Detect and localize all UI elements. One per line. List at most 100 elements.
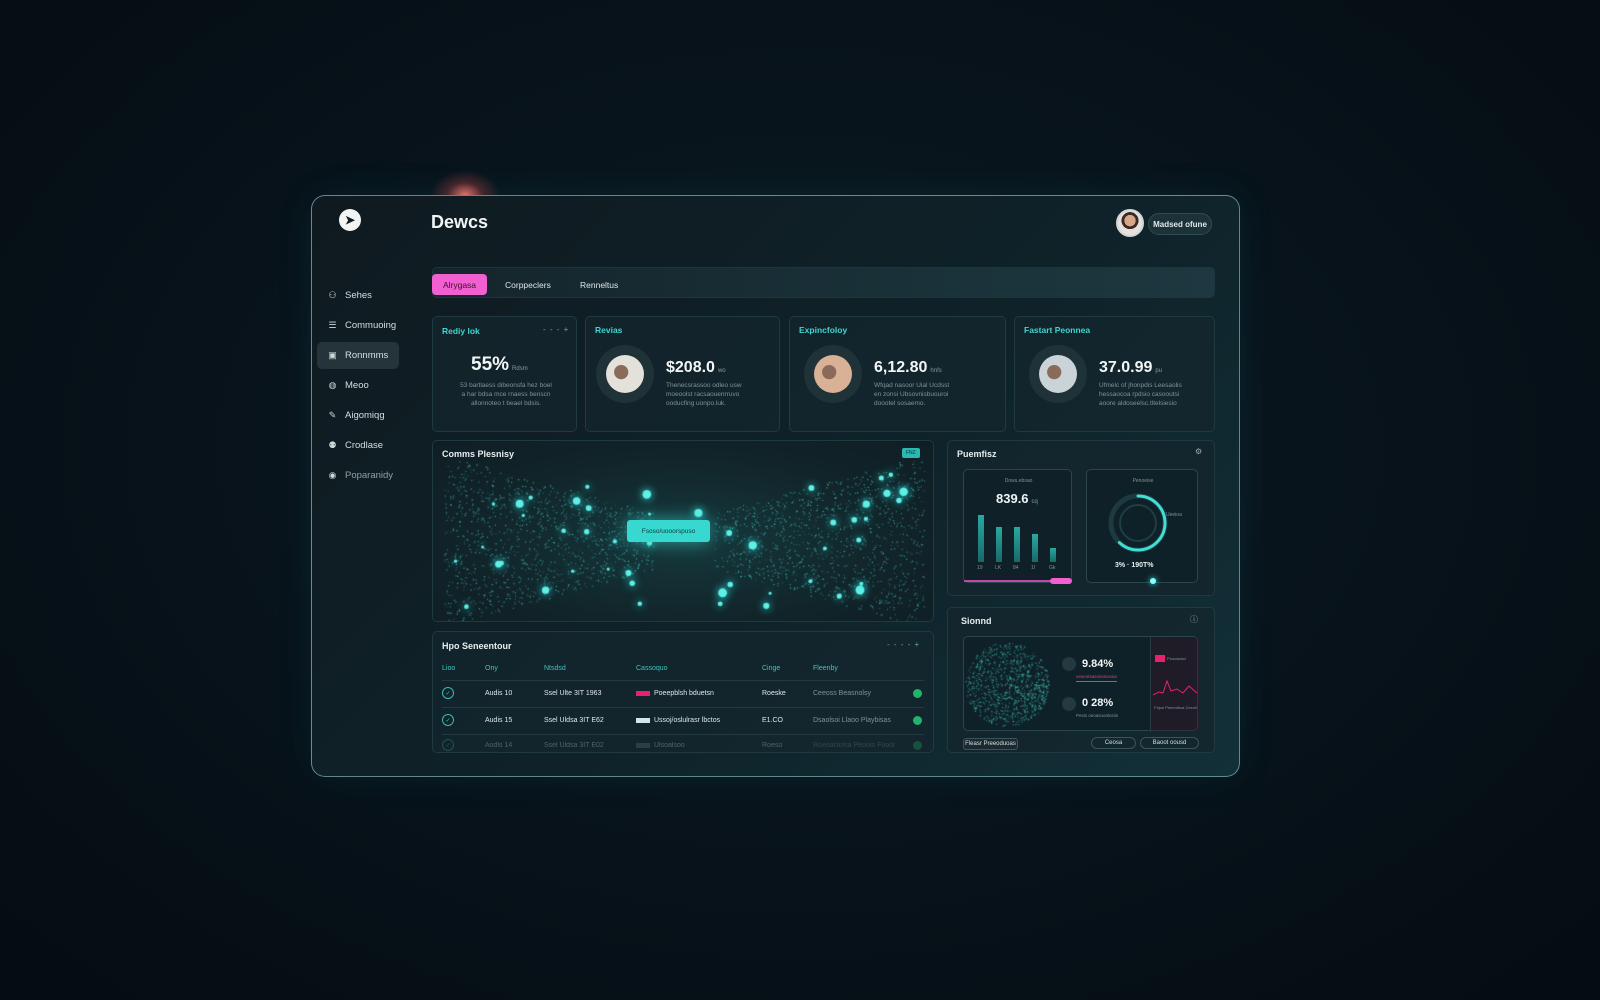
sidebar-item-label: Sehes	[345, 290, 372, 301]
divider	[442, 680, 924, 681]
color-swatch	[636, 718, 650, 723]
bar-label: Gk	[1049, 565, 1056, 571]
app-logo-icon[interactable]: ➤	[339, 209, 361, 231]
ring-gauge	[1108, 493, 1168, 553]
filter-button[interactable]: Fleasr Preeoduoas	[963, 738, 1018, 750]
sparkline-swatch	[1155, 655, 1165, 662]
card-label: Penoeise	[1132, 478, 1154, 484]
slider-handle[interactable]	[1050, 578, 1072, 584]
column-header[interactable]: Cinge	[762, 665, 780, 672]
sparkline-title: Plosoadsd	[1167, 656, 1186, 661]
stat-description: 53 bartlaess dibeonsfa hez boel a har bds…	[460, 382, 552, 407]
ring-legend: Ueeioa	[1166, 512, 1182, 518]
bar[interactable]	[996, 527, 1002, 562]
sidebar-item-commuoing[interactable]: ☰ Commuoing	[317, 312, 399, 339]
page-title: Dewcs	[431, 212, 489, 232]
sidebar-item-label: Aigomiqg	[345, 410, 385, 421]
column-header[interactable]: Fleenby	[813, 665, 838, 672]
sidebar-item-label: Meoo	[345, 380, 369, 391]
network-badge: FNZ	[902, 448, 920, 458]
user-avatar[interactable]	[1116, 209, 1144, 237]
metric-value: 0 28%	[1082, 697, 1114, 709]
cell-fleenby: Roeoaclolsa Peoolo Foool	[813, 742, 895, 749]
stat-title: Fastart Peonnea	[1024, 325, 1091, 335]
panel-title: Hpo Seneentour	[442, 641, 512, 651]
cell-ntsdsd: Ssel Uldsa 3IT E62	[544, 717, 604, 724]
group-icon: ⚉	[328, 440, 337, 450]
stat-card-3: Fastart Peonnea 37.0.99 pu Ufmelc of jhon…	[1014, 316, 1215, 432]
globe-icon: ◉	[328, 470, 337, 480]
stat-value: $208.0 wo	[666, 359, 726, 376]
cell-day: Audis 15	[485, 717, 513, 724]
sidebar-item-meoo[interactable]: ◍ Meoo	[317, 372, 399, 399]
stat-value: 37.0.99 pu	[1099, 359, 1163, 376]
report-button[interactable]: Baoot oousd	[1140, 737, 1199, 749]
document-icon: ▣	[328, 350, 337, 360]
ring-readout: 3% · 190T%	[1115, 562, 1154, 569]
cell-cinge: Roeske	[762, 690, 786, 697]
cell-day: Audis 10	[485, 690, 513, 697]
bar-label: 84	[1013, 565, 1019, 571]
metric-icon	[1062, 657, 1076, 671]
sidebar-item-poparanidy[interactable]: ◉ Poparanidy	[317, 462, 399, 489]
ring-card: Penoeise Ueeioa 3% · 190T%	[1086, 469, 1198, 584]
user-menu-button[interactable]: Madsed ofune	[1148, 213, 1212, 235]
sparkline-caption: Fdpol Peeentbsa Ceeoli	[1154, 705, 1197, 710]
slider-track	[964, 580, 1052, 582]
bar-chart-card: Dowu.ebsao 839.6 cq 19 LK 84 1I Gk	[963, 469, 1072, 584]
color-swatch	[636, 691, 650, 696]
metric-value: 9.84%	[1082, 658, 1114, 670]
metric-icon	[1062, 697, 1076, 711]
table-menu-icon[interactable]: - - - - +	[887, 640, 920, 649]
bar[interactable]	[1032, 534, 1038, 562]
stat-description: Thenecsrassoo odleo usw moeoolst racsaoue…	[666, 382, 742, 407]
settings-icon[interactable]: ⚙	[1195, 447, 1202, 456]
stat-description: Wfqad nasoor Uial Ucdsst en zonsi Ubsovni…	[874, 382, 950, 407]
list-icon: ☰	[328, 320, 337, 330]
bar[interactable]	[1050, 548, 1056, 562]
stat-card-2: Expincfoloy 6,12.80 hnfs Wfqad nasoor Uia…	[789, 316, 1006, 432]
sidebar-item-label: Crodlase	[345, 440, 384, 451]
row-status-icon[interactable]: ✓	[442, 687, 454, 699]
color-swatch	[636, 743, 650, 748]
column-header[interactable]: Ntsdsd	[544, 665, 566, 672]
bar[interactable]	[1014, 527, 1020, 562]
row-status-icon[interactable]: ✓	[442, 714, 454, 726]
cell-ntsdsd: Ssel Ulte 3IT 1963	[544, 690, 602, 697]
close-button[interactable]: Ceosa	[1091, 737, 1136, 749]
metric-label: Pesis oeoasoonlosiis	[1076, 713, 1119, 718]
tab-corppeclers[interactable]: Corppeclers	[496, 274, 560, 295]
cell-fleenby: Dsaolsoi Llaoo Playbisas	[813, 717, 891, 724]
column-header[interactable]: Ony	[485, 665, 498, 672]
tab-alrygasa[interactable]: Alrygasa	[432, 274, 487, 295]
network-center-button[interactable]: Fsoso/uooorspuso	[627, 520, 710, 542]
sidebar-item-sehes[interactable]: ⚇ Sehes	[317, 282, 399, 309]
stat-title: Revias	[595, 325, 623, 335]
sidebar-item-crodlase[interactable]: ⚉ Crodlase	[317, 432, 399, 459]
status-ok-icon	[913, 741, 922, 750]
stat-card-1: Revias $208.0 wo Thenecsrassoo odleo usw m…	[585, 316, 780, 432]
cell-fleenby: Ceeoss Beasnolsy	[813, 690, 871, 697]
bar-label: 1I	[1031, 565, 1036, 571]
sidebar-item-label: Poparanidy	[345, 470, 394, 481]
tab-renneltus[interactable]: Renneltus	[571, 274, 627, 295]
sidebar-item-label: Commuoing	[345, 320, 397, 331]
row-status-icon[interactable]: ✓	[442, 739, 454, 751]
bar-label: 19	[977, 565, 983, 571]
bar-card-value: 839.6 cq	[996, 491, 1038, 506]
sidebar-item-aigomiqg[interactable]: ✎ Aigomiqg	[317, 402, 399, 429]
more-menu-icon[interactable]: - - - +	[543, 325, 569, 334]
sidebar-item-ronnmms[interactable]: ▣ Ronnmms	[317, 342, 399, 369]
divider	[442, 734, 924, 735]
bar-label: LK	[995, 565, 1002, 571]
bar[interactable]	[978, 515, 984, 562]
stat-value: 55% Rdsm	[471, 354, 528, 375]
column-header[interactable]: Cassoquo	[636, 665, 668, 672]
metric-label: ueseotsasoessosoia	[1076, 672, 1117, 682]
sidebar-item-label: Ronnmms	[345, 350, 389, 361]
pen-icon: ✎	[328, 410, 337, 420]
column-header[interactable]: Lioo	[442, 665, 455, 672]
info-icon[interactable]: ⓘ	[1190, 614, 1198, 625]
circle-icon: ◍	[328, 380, 337, 390]
stat-value: 6,12.80 hnfs	[874, 359, 942, 376]
